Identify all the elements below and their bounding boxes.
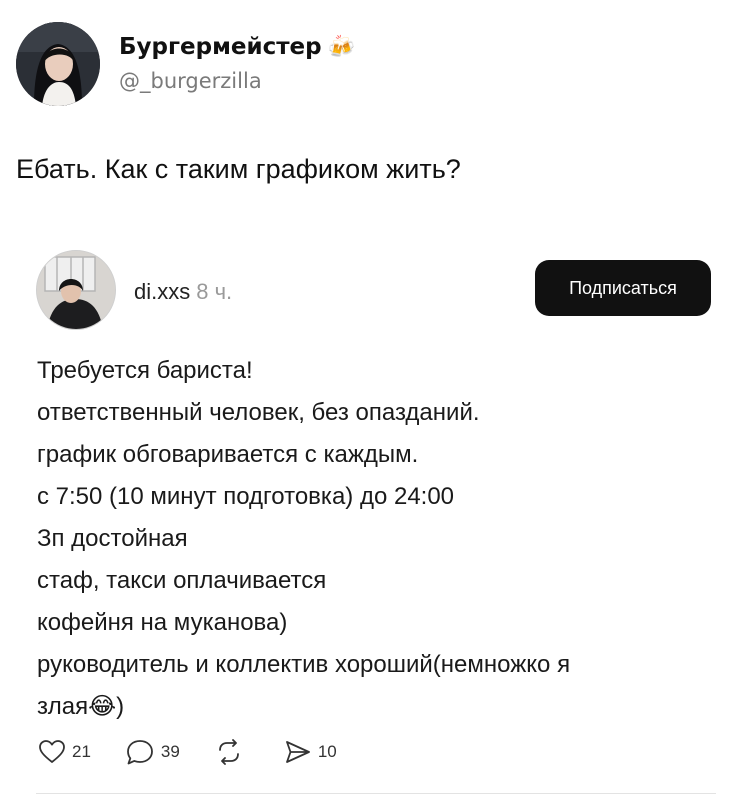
- post-line: злая😂): [37, 693, 125, 720]
- like-button[interactable]: 21: [38, 739, 91, 765]
- post-time: 8 ч.: [196, 279, 233, 304]
- comment-bubble-icon: [127, 740, 153, 765]
- send-icon: [285, 741, 310, 763]
- divider: [36, 793, 716, 794]
- share-button[interactable]: 10: [284, 739, 337, 765]
- comment-count: 39: [160, 742, 180, 761]
- post-line: стаф, такси оплачивается: [37, 567, 327, 594]
- post-line: график обговаривается с каждым.: [37, 441, 419, 468]
- quoted-author-avatar-photo: [37, 251, 115, 329]
- author-avatar[interactable]: [16, 22, 100, 106]
- author-handle[interactable]: @_burgerzilla: [119, 69, 262, 93]
- quoted-author-avatar[interactable]: [36, 250, 116, 330]
- quoted-author-username[interactable]: di.xxs: [134, 279, 190, 304]
- post-line: руководитель и коллектив хороший(немножк…: [37, 651, 571, 678]
- post-actions: 21 39 10: [38, 736, 371, 768]
- comment-button[interactable]: 39: [125, 738, 180, 766]
- post-line: Зп достойная: [37, 525, 188, 552]
- quoted-post-body: Требуется бариста! ответственный человек…: [37, 350, 727, 728]
- post-line: с 7:50 (10 минут подготовка) до 24:00: [37, 483, 455, 510]
- author-display-name-text: Бургермейстер: [119, 34, 322, 60]
- share-count: 10: [317, 742, 337, 761]
- post-line: Требуется бариста!: [37, 357, 253, 384]
- follow-button[interactable]: Подписаться: [535, 260, 711, 316]
- post-line: ответственный человек, без опазданий.: [37, 399, 480, 426]
- beer-mugs-emoji: 🍻: [327, 35, 356, 60]
- repost-button[interactable]: [214, 739, 250, 765]
- tweet-text: Ебать. Как с таким графиком жить?: [16, 154, 461, 184]
- repost-icon: [218, 739, 239, 765]
- post-line: кофейня на муканова): [37, 609, 288, 636]
- quoted-author-meta: di.xxs 8 ч.: [134, 279, 232, 305]
- heart-icon: [39, 740, 65, 763]
- like-count: 21: [72, 742, 91, 761]
- author-avatar-photo: [16, 22, 100, 106]
- author-display-name[interactable]: Бургермейстер 🍻: [119, 34, 355, 60]
